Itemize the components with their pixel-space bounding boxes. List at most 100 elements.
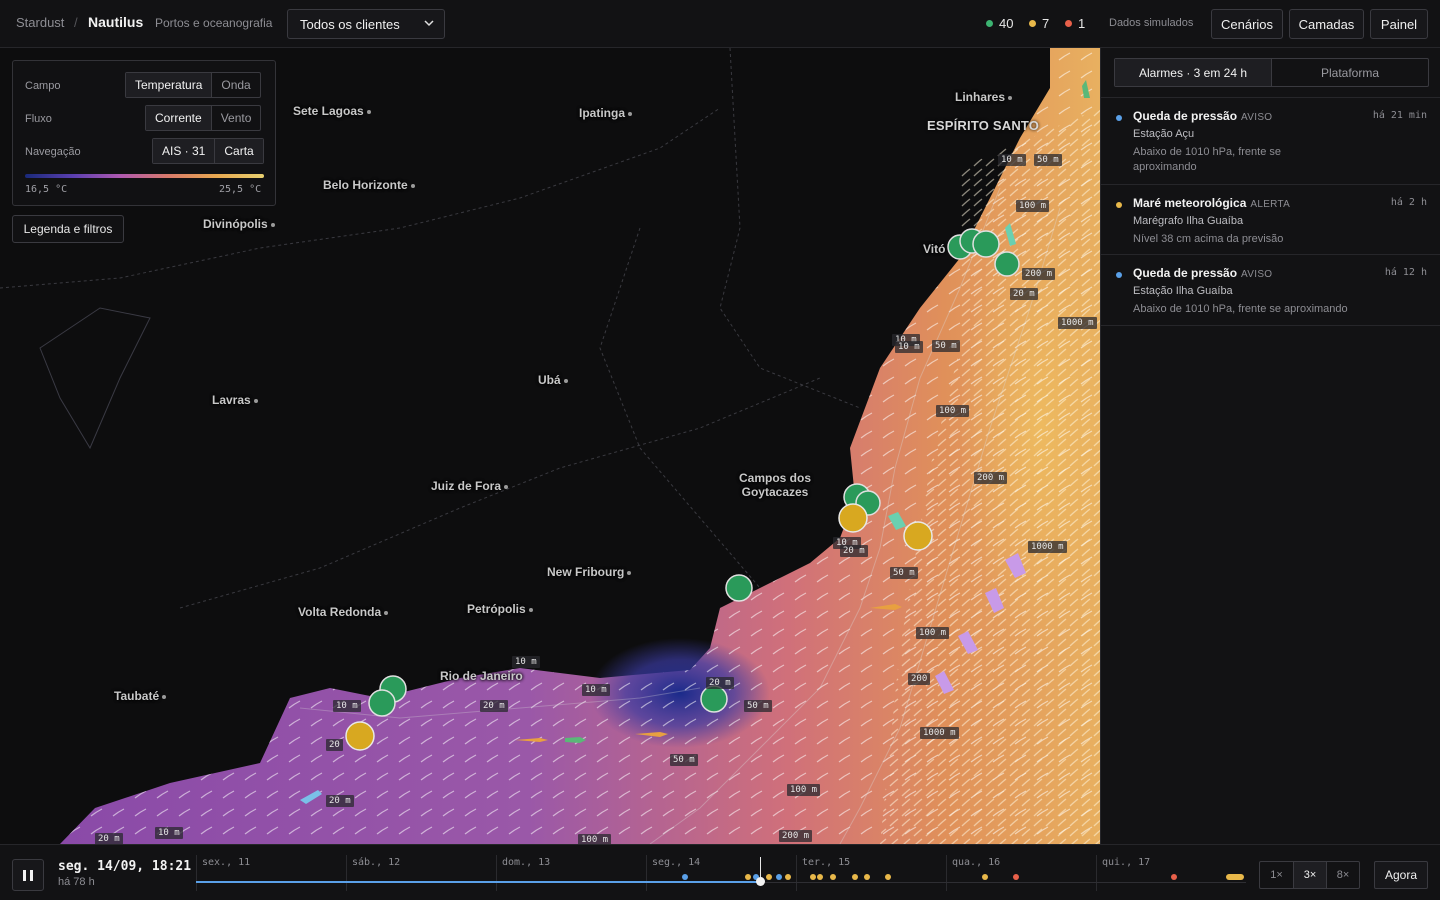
pause-icon [30,869,33,881]
depth-label: 100 m [936,405,970,417]
day-tick [346,855,347,891]
timeline-event[interactable] [745,874,751,880]
field-label: Campo [25,80,61,92]
day-label: sáb., 12 [352,857,401,868]
timeline-event[interactable] [1171,874,1177,880]
depth-label: 100 m [787,784,821,796]
alarm-title-text: Queda de pressão [1133,109,1238,123]
nav-ais-option[interactable]: AIS · 31 [153,139,215,163]
city-label: Ipatinga [579,106,633,120]
city-name: Belo Horizonte [323,178,408,192]
depth-label: 20 [326,739,343,751]
depth-label: 1000 m [1058,317,1097,329]
city-label: Taubaté [114,689,167,703]
status-warn-value: 7 [1042,16,1050,31]
timeline-event[interactable] [982,874,988,880]
day-label: qua., 16 [952,857,1001,868]
speed-1x-option[interactable]: 1× [1260,862,1293,888]
city-name: Divinópolis [203,217,268,231]
alarm-title: Queda de pressão AVISO [1133,266,1272,280]
timeline-event[interactable] [785,874,791,880]
depth-label: 50 m [1034,154,1062,166]
city-name: Ubá [538,373,561,387]
timeline-event[interactable] [885,874,891,880]
speed-8x-option[interactable]: 8× [1326,862,1359,888]
city-name: Sete Lagoas [293,104,364,118]
speed-3x-option[interactable]: 3× [1293,862,1326,888]
timeline-event[interactable] [682,874,688,880]
depth-label: 200 m [974,472,1008,484]
timeline-bar: seg. 14/09, 18:21 há 78 h sex., 11 sáb.,… [0,844,1440,900]
alarm-time: há 2 h [1390,197,1427,208]
alarm-item[interactable]: Queda de pressão AVISO há 21 min Estação … [1101,97,1440,184]
tab-platform[interactable]: Plataforma [1271,59,1428,86]
alarm-station: Marégrafo Ilha Guaíba [1133,215,1244,227]
depth-label: 100 m [578,834,612,844]
day-label: ter., 15 [802,857,851,868]
dashboard-button[interactable]: Painel [1370,9,1428,39]
alarm-level: ALERTA [1250,199,1291,210]
flow-toggle: Corrente Vento [145,105,262,131]
app-subtitle: Portos e oceanografia [155,16,273,30]
depth-label: 100 m [916,627,950,639]
depth-label: 10 m [512,656,540,668]
timeline-played [196,881,760,883]
city-name: New Fribourg [547,565,625,579]
city-name: Ipatinga [579,106,626,120]
tab-alarms[interactable]: Alarmes · 3 em 24 h [1115,59,1271,86]
field-temperature-option[interactable]: Temperatura [126,73,212,97]
timeline-event[interactable] [1013,874,1019,880]
alarm-title: Queda de pressão AVISO [1133,109,1272,123]
status-ok-count: 40 [986,16,1013,31]
top-bar: Stardust / Nautilus Portos e oceanografi… [0,0,1440,48]
flow-wind-option[interactable]: Vento [210,106,261,130]
alarm-title-text: Maré meteorológica [1133,196,1247,210]
depth-label: 20 m [95,833,123,844]
day-tick [1096,855,1097,891]
status-alert-count: 1 [1065,16,1085,31]
alarm-description: Abaixo de 1010 hPa, frente se aproximand… [1133,146,1281,173]
legend-filters-button[interactable]: Legenda e filtros [12,215,124,243]
depth-label: 200 m [1022,268,1056,280]
depth-label: 1000 m [920,727,959,739]
timeline-event[interactable] [1226,874,1244,880]
alarm-item[interactable]: Maré meteorológica ALERTA há 2 h Marégraf… [1101,184,1440,254]
timeline-event[interactable] [817,874,823,880]
layers-button[interactable]: Camadas [1289,9,1364,39]
depth-label: 50 m [890,567,918,579]
status-warn-count: 7 [1029,16,1049,31]
depth-label: 20 m [326,795,354,807]
depth-label: 200 [908,673,931,685]
nav-chart-option[interactable]: Carta [214,139,263,163]
timeline-event[interactable] [852,874,858,880]
breadcrumb-brand[interactable]: Stardust [16,15,64,30]
timeline-handle[interactable] [756,877,765,886]
time-ago: há 78 h [58,876,95,888]
timeline-event[interactable] [766,874,772,880]
scale-max-label: 25,5 °C [219,184,262,195]
alarm-item[interactable]: Queda de pressão AVISO há 12 h Estação Il… [1101,254,1440,326]
alarm-level: AVISO [1241,269,1273,280]
flow-current-option[interactable]: Corrente [146,106,211,130]
timeline-event[interactable] [864,874,870,880]
alarm-time: há 12 h [1384,267,1427,278]
now-button[interactable]: Agora [1374,861,1428,889]
city-label: Divinópolis [203,217,275,231]
status-ok-dot [986,20,993,27]
timeline-event[interactable] [776,874,782,880]
city-label: Ubá [538,373,568,387]
field-toggle: Temperatura Onda [125,72,261,98]
timeline-event[interactable] [830,874,836,880]
alarm-severity-dot [1116,202,1122,208]
field-wave-option[interactable]: Onda [211,73,259,97]
depth-label: 50 m [932,340,960,352]
city-label: Petrópolis [467,602,533,616]
navigation-toggle: AIS · 31 Carta [152,138,264,164]
alarm-time: há 21 min [1372,110,1427,121]
timeline-event[interactable] [810,874,816,880]
timeline-track[interactable]: sex., 11 sáb., 12 dom., 13 seg., 14 ter.… [196,845,1246,900]
scenarios-button[interactable]: Cenários [1211,9,1283,39]
city-label: Lavras [212,393,258,407]
pause-button[interactable] [12,859,44,891]
client-select[interactable]: Todos os clientes [287,9,445,39]
